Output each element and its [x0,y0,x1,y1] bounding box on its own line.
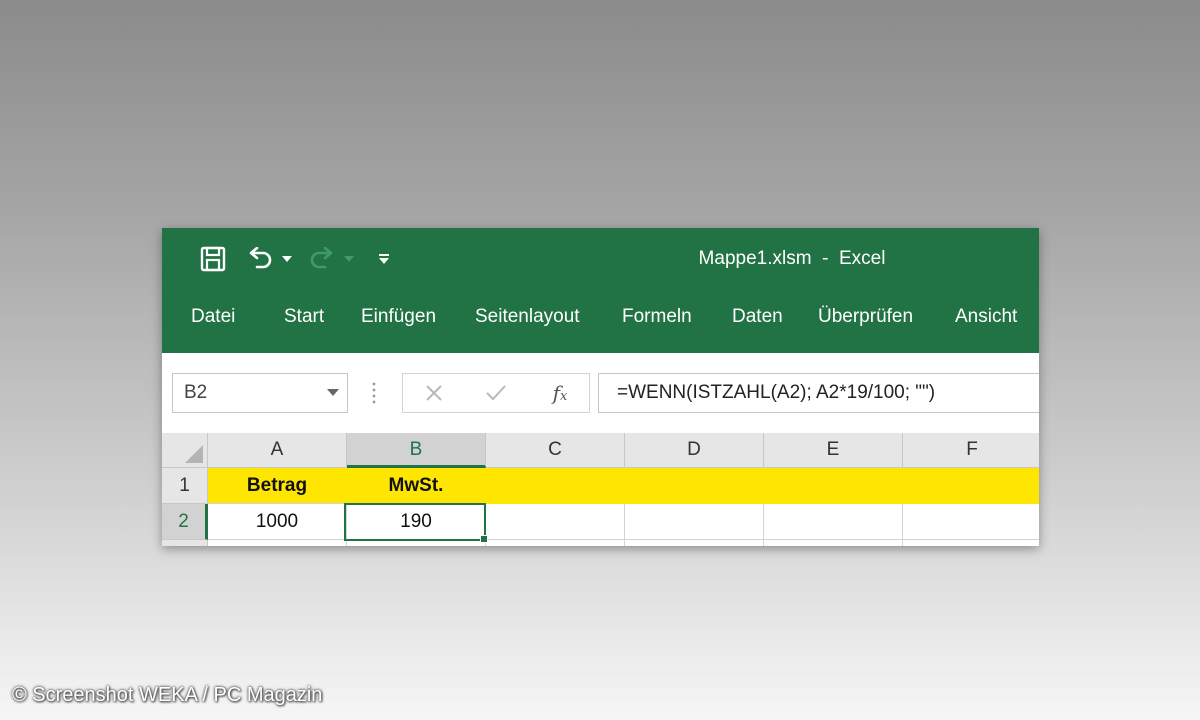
redo-dropdown[interactable] [342,242,356,276]
undo-button[interactable] [246,242,274,276]
save-button[interactable] [196,242,230,276]
tab-daten[interactable]: Daten [732,300,783,334]
fx-icon: fx [552,381,568,405]
ribbon-tabs: Datei Start Einfügen Seitenlayout Formel… [162,300,1039,334]
formula-input[interactable]: =WENN(ISTZAHL(A2); A2*19/100; "") [598,373,1039,413]
chevron-down-icon [282,256,292,262]
tab-formeln[interactable]: Formeln [622,300,692,334]
tab-datei[interactable]: Datei [191,300,235,334]
selection-border [344,503,486,541]
row-header-2[interactable]: 2 [162,504,208,540]
select-all-icon [185,445,203,463]
cell-c2[interactable] [486,504,625,540]
column-header-f[interactable]: F [903,433,1039,468]
redo-button[interactable] [308,242,336,276]
tab-ansicht[interactable]: Ansicht [955,300,1017,334]
column-header-c[interactable]: C [486,433,625,468]
undo-icon [249,247,272,269]
tab-einfuegen[interactable]: Einfügen [361,300,436,334]
cell-a1[interactable]: Betrag [208,468,347,504]
column-header-b[interactable]: B [347,433,486,468]
save-icon [200,246,226,272]
name-box[interactable]: B2 [172,373,348,413]
cell-a2[interactable]: 1000 [208,504,347,540]
row-header-1[interactable]: 1 [162,468,208,504]
name-box-value: B2 [184,382,208,403]
ribbon: Mappe1.xlsm - Excel Datei Start Einfügen… [162,228,1039,353]
insert-function-button[interactable]: fx [543,374,577,412]
tab-start[interactable]: Start [284,300,324,334]
window-title: Mappe1.xlsm - Excel [698,248,886,269]
formula-buttons: fx [402,373,590,413]
cancel-button[interactable] [419,374,449,412]
column-header-a[interactable]: A [208,433,347,468]
cell-f2[interactable] [903,504,1039,540]
tab-ueberpruefen[interactable]: Überprüfen [818,300,913,334]
excel-window: Mappe1.xlsm - Excel Datei Start Einfügen… [162,228,1039,546]
cell-a3[interactable] [208,540,347,546]
cell-c3[interactable] [486,540,625,546]
formula-bar: B2 fx =WENN(ISTZAHL(A2); A2*19/100; "") [162,353,1039,433]
cancel-icon [426,385,442,401]
customize-qat-button[interactable] [374,242,394,276]
tab-seitenlayout[interactable]: Seitenlayout [475,300,580,334]
fill-handle[interactable] [480,535,488,543]
column-header-e[interactable]: E [764,433,903,468]
cell-d2[interactable] [625,504,764,540]
customize-qat-icon [379,254,389,264]
select-all-button[interactable] [162,433,208,468]
checkmark-icon [486,385,506,401]
copyright-watermark: © Screenshot WEKA / PC Magazin [12,684,323,706]
enter-button[interactable] [481,374,511,412]
cell-f3[interactable] [903,540,1039,546]
undo-dropdown[interactable] [280,242,294,276]
cell-e3[interactable] [764,540,903,546]
chevron-down-icon[interactable] [327,389,339,396]
redo-icon [310,247,333,269]
cell-e2[interactable] [764,504,903,540]
worksheet-grid: A B C D E F 1 2 Betrag MwSt. 1000 190 [162,433,1039,546]
row-header-3[interactable] [162,540,208,546]
formula-bar-resize-handle[interactable] [372,381,376,405]
cell-d3[interactable] [625,540,764,546]
formula-text: =WENN(ISTZAHL(A2); A2*19/100; "") [617,382,936,403]
column-header-d[interactable]: D [625,433,764,468]
cell-b1[interactable]: MwSt. [347,468,486,504]
chevron-down-icon [344,256,354,262]
